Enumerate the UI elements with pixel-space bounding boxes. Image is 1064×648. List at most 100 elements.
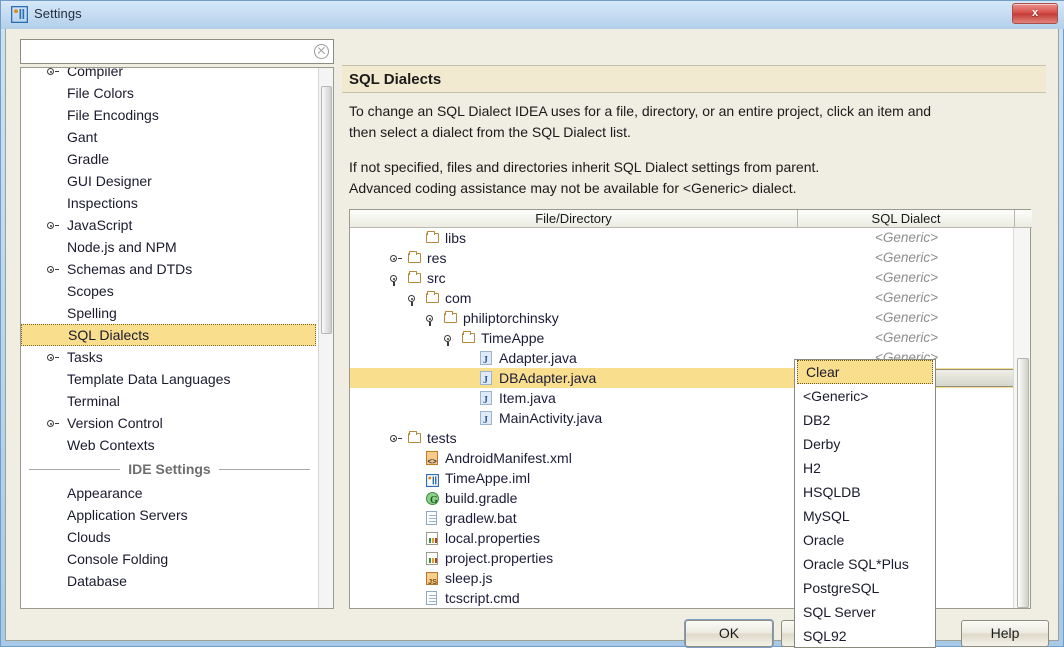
folder-icon bbox=[408, 250, 421, 263]
table-row[interactable]: src <Generic> bbox=[350, 268, 1013, 288]
sidebar-item-label: Tasks bbox=[67, 349, 103, 365]
sidebar-item-scopes[interactable]: Scopes bbox=[21, 280, 318, 302]
column-header-sql-dialect[interactable]: SQL Dialect bbox=[798, 210, 1015, 228]
tree-expand-icon[interactable] bbox=[47, 353, 59, 362]
tree-expand-icon[interactable] bbox=[47, 419, 59, 428]
sidebar-item-label: JavaScript bbox=[67, 217, 133, 233]
dropdown-item[interactable]: SQL92 bbox=[795, 624, 935, 647]
table-scrollbar-thumb[interactable] bbox=[1017, 358, 1029, 608]
close-button[interactable]: x bbox=[1012, 3, 1058, 24]
dropdown-item[interactable]: Oracle bbox=[795, 528, 935, 552]
file-name-label: DBAdapter.java bbox=[499, 370, 597, 386]
sidebar-item-label: Compiler bbox=[67, 68, 124, 79]
sidebar-item-sql-dialects[interactable]: SQL Dialects bbox=[21, 324, 316, 346]
file-name-label: libs bbox=[445, 230, 467, 246]
sidebar-item-template-data-languages[interactable]: Template Data Languages bbox=[21, 368, 318, 390]
sidebar-vertical-scrollbar[interactable] bbox=[318, 68, 333, 608]
file-name-label: build.gradle bbox=[445, 490, 518, 506]
tree-collapse-icon[interactable] bbox=[444, 334, 456, 346]
search-input[interactable] bbox=[24, 41, 312, 62]
description-line-2: then select a dialect from the SQL Diale… bbox=[349, 124, 631, 140]
dropdown-item[interactable]: <Generic> bbox=[795, 384, 935, 408]
sidebar-item-node-js-and-npm[interactable]: Node.js and NPM bbox=[21, 236, 318, 258]
sidebar-item-application-servers[interactable]: Application Servers bbox=[21, 504, 318, 526]
tree-expand-icon[interactable] bbox=[390, 434, 402, 444]
clear-icon[interactable] bbox=[314, 44, 329, 59]
sql-dialect-dropdown[interactable]: Clear <Generic> DB2 Derby H2 HSQLDB MySQL Oracl… bbox=[794, 359, 936, 648]
table-row[interactable]: com <Generic> bbox=[350, 288, 1013, 308]
folder-icon bbox=[426, 290, 439, 303]
sidebar-item-label: Clouds bbox=[67, 529, 111, 545]
sql-dialect-value: <Generic> bbox=[874, 290, 939, 305]
sidebar-item-inspections[interactable]: Inspections bbox=[21, 192, 318, 214]
folder-icon bbox=[426, 230, 439, 243]
text-file-icon bbox=[426, 591, 437, 605]
sidebar-scrollbar-thumb[interactable] bbox=[321, 86, 332, 334]
file-name-label: MainActivity.java bbox=[499, 410, 603, 426]
file-name-label: philiptorchinsky bbox=[463, 310, 559, 326]
table-vertical-scrollbar[interactable] bbox=[1013, 228, 1030, 608]
file-name-label: Item.java bbox=[499, 390, 556, 406]
sidebar-item-version-control[interactable]: Version Control bbox=[21, 412, 318, 434]
file-name-label: gradlew.bat bbox=[445, 510, 517, 526]
help-button[interactable]: Help bbox=[961, 620, 1049, 647]
dropdown-item[interactable]: DB2 bbox=[795, 408, 935, 432]
tree-expand-icon[interactable] bbox=[390, 254, 402, 264]
sidebar-item-clouds[interactable]: Clouds bbox=[21, 526, 318, 548]
dropdown-item[interactable]: Oracle SQL*Plus bbox=[795, 552, 935, 576]
file-name-label: com bbox=[445, 290, 472, 306]
sidebar-item-database[interactable]: Database bbox=[21, 570, 318, 592]
dropdown-item[interactable]: HSQLDB bbox=[795, 480, 935, 504]
sql-dialect-value: <Generic> bbox=[874, 310, 939, 325]
sidebar-item-tasks[interactable]: Tasks bbox=[21, 346, 318, 368]
sidebar-item-compiler[interactable]: Compiler bbox=[21, 68, 318, 82]
sidebar-item-web-contexts[interactable]: Web Contexts bbox=[21, 434, 318, 456]
settings-detail-pane: SQL Dialects To change an SQL Dialect ID… bbox=[342, 39, 1046, 609]
sidebar-item-appearance[interactable]: Appearance bbox=[21, 482, 318, 504]
tree-expand-icon[interactable] bbox=[47, 221, 59, 230]
table-row[interactable]: TimeAppe <Generic> bbox=[350, 328, 1013, 348]
tree-collapse-icon[interactable] bbox=[390, 274, 402, 286]
sidebar-item-terminal[interactable]: Terminal bbox=[21, 390, 318, 412]
sidebar-item-spelling[interactable]: Spelling bbox=[21, 302, 318, 324]
table-row[interactable]: libs <Generic> bbox=[350, 228, 1013, 248]
sidebar-item-label: SQL Dialects bbox=[68, 327, 150, 343]
file-name-label: tcscript.cmd bbox=[445, 590, 520, 606]
column-header-file-directory[interactable]: File/Directory bbox=[350, 210, 798, 228]
folder-icon bbox=[462, 330, 475, 343]
sidebar-item-label: Gradle bbox=[67, 151, 110, 167]
settings-window: Settings x Compiler File Colors File Encod… bbox=[0, 0, 1064, 648]
window-titlebar: Settings x bbox=[1, 1, 1064, 29]
settings-sidebar: Compiler File Colors File Encodings Gant Gra… bbox=[20, 39, 353, 609]
sidebar-item-gui-designer[interactable]: GUI Designer bbox=[21, 170, 318, 192]
sidebar-item-gant[interactable]: Gant bbox=[21, 126, 318, 148]
intellij-idea-icon bbox=[11, 6, 28, 23]
dropdown-item[interactable]: H2 bbox=[795, 456, 935, 480]
sql-dialect-value: <Generic> bbox=[874, 250, 939, 265]
tree-collapse-icon[interactable] bbox=[408, 294, 420, 306]
table-row[interactable]: res <Generic> bbox=[350, 248, 1013, 268]
file-name-label: local.properties bbox=[445, 530, 540, 546]
sidebar-item-schemas-and-dtds[interactable]: Schemas and DTDs bbox=[21, 258, 318, 280]
ok-button[interactable]: OK bbox=[685, 620, 773, 647]
search-field[interactable] bbox=[20, 39, 334, 64]
sidebar-item-console-folding[interactable]: Console Folding bbox=[21, 548, 318, 570]
sidebar-item-file-colors[interactable]: File Colors bbox=[21, 82, 318, 104]
tree-expand-icon[interactable] bbox=[47, 265, 59, 274]
sidebar-item-label: Web Contexts bbox=[67, 437, 155, 453]
dropdown-item[interactable]: SQL Server bbox=[795, 600, 935, 624]
xml-file-icon bbox=[426, 451, 438, 472]
table-row[interactable]: philiptorchinsky <Generic> bbox=[350, 308, 1013, 328]
tree-expand-icon[interactable] bbox=[47, 68, 59, 76]
sidebar-item-gradle[interactable]: Gradle bbox=[21, 148, 318, 170]
dropdown-item[interactable]: Derby bbox=[795, 432, 935, 456]
tree-collapse-icon[interactable] bbox=[426, 314, 438, 326]
sql-dialect-value: <Generic> bbox=[874, 330, 939, 345]
dropdown-item[interactable]: Clear bbox=[797, 360, 933, 384]
sidebar-item-file-encodings[interactable]: File Encodings bbox=[21, 104, 318, 126]
sidebar-item-label: Schemas and DTDs bbox=[67, 261, 193, 277]
dropdown-item[interactable]: MySQL bbox=[795, 504, 935, 528]
sidebar-item-javascript[interactable]: JavaScript bbox=[21, 214, 318, 236]
file-name-label: TimeAppe.iml bbox=[445, 470, 531, 486]
dropdown-item[interactable]: PostgreSQL bbox=[795, 576, 935, 600]
